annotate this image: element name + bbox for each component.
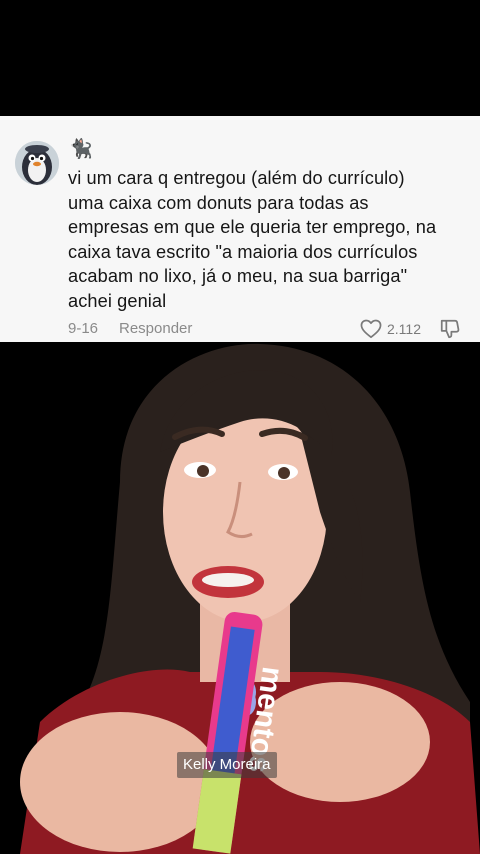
heart-icon[interactable] xyxy=(360,319,382,339)
video-frame[interactable]: mentos Kelly Moreira xyxy=(0,342,480,854)
penguin-icon xyxy=(15,141,59,185)
dislike-icon[interactable] xyxy=(439,318,461,340)
video-caption: Kelly Moreira xyxy=(177,752,277,778)
like-count: 2.112 xyxy=(387,321,421,337)
comment-text: vi um cara q entregou (além do currículo… xyxy=(68,168,437,311)
top-black-bar xyxy=(0,0,480,116)
cat-emoji: 🐈‍⬛ xyxy=(69,138,93,160)
comment-date: 9-16 xyxy=(68,320,99,337)
reply-button[interactable]: Responder xyxy=(119,320,192,337)
avatar[interactable] xyxy=(15,141,59,185)
comment-card: 🐈‍⬛ vi um cara q entregou (além do currí… xyxy=(0,116,480,342)
